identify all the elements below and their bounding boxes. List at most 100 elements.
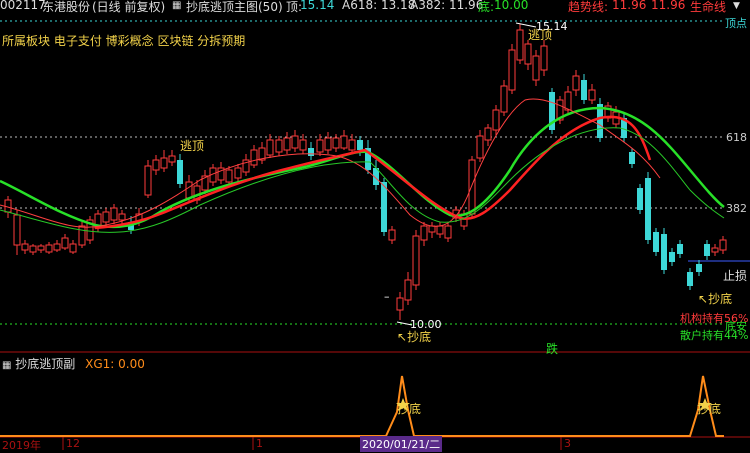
arrow-icon: ↖ [397, 330, 408, 344]
candle-body [588, 89, 596, 101]
candle-body [144, 165, 152, 196]
candle-body [118, 213, 126, 221]
indicator-title[interactable]: 抄底逃顶主图(50) [186, 0, 283, 14]
candle-body [396, 297, 404, 311]
candle-body [476, 135, 484, 159]
high-price-label: 15.14 [536, 20, 568, 33]
candle-body [225, 169, 233, 183]
candle-body [168, 155, 176, 163]
candle-body [185, 181, 193, 199]
candle-body [687, 272, 693, 286]
a382-value: A382: 11.96 [410, 0, 484, 12]
stock-name: 东港股份 [42, 0, 91, 14]
retail-holding: 散户持有44% [680, 329, 749, 342]
candle-body [492, 109, 500, 131]
x-label-3: 3 [564, 437, 571, 450]
candle-body [308, 148, 314, 156]
candle-body [412, 235, 420, 286]
candle-body [468, 159, 476, 215]
concept-tags: 所属板块 电子支付 博彩概念 区块链 分拆预期 [2, 34, 246, 48]
candle-body [160, 157, 168, 169]
x-label-2019: 2019年 [2, 439, 41, 452]
candle-body [291, 135, 299, 149]
sub-panel-title[interactable]: 抄底逃顶副 [15, 357, 75, 371]
candle-body [177, 160, 183, 184]
candle-body [428, 225, 436, 233]
grid-icon[interactable]: ▦ [172, 0, 181, 11]
candle-body [661, 234, 667, 270]
candle-body [516, 29, 524, 61]
level-label-618: 618 [726, 131, 747, 144]
fall-label: 跌 [546, 342, 559, 356]
candle-body [4, 199, 12, 213]
level-label-382: 382 [726, 202, 747, 215]
bottom-value: 10.00 [494, 0, 529, 12]
bottom-buy-signal-2: ↖抄底 [698, 292, 733, 306]
sub-signal-label-2: 抄底 [697, 402, 722, 416]
candle-body [316, 139, 324, 153]
candle-body [53, 243, 61, 251]
candle-body [637, 188, 643, 210]
candle-body [152, 159, 160, 171]
candle-body [420, 225, 428, 241]
candle-body [711, 247, 719, 253]
candle-body [37, 245, 45, 251]
trend-label: 趋势线: [568, 0, 609, 14]
candle-body [110, 207, 118, 221]
candle-body [540, 45, 548, 71]
x-label-1: 1 [256, 437, 263, 450]
x-label-12: 12 [66, 437, 80, 450]
candle-body [704, 244, 710, 256]
candle-body [696, 264, 702, 272]
candle-body [357, 140, 363, 150]
candle-body [299, 139, 307, 151]
candle-body [677, 244, 683, 254]
candle-body [348, 139, 356, 151]
sub-signal-label-1: 抄底 [397, 402, 422, 416]
candle-body [629, 152, 635, 164]
candle-body [500, 85, 508, 113]
stop-loss-label: 止损 [722, 269, 747, 283]
candle-body [340, 135, 348, 149]
candle-body [234, 167, 242, 179]
life-line-label: 生命线 [690, 0, 727, 14]
grid-icon[interactable]: ▦ [2, 360, 11, 371]
bottom-label: 底: [478, 0, 495, 14]
sub-signal-spike-1 [0, 375, 724, 437]
candle-body [324, 137, 332, 151]
candle-body [572, 75, 580, 91]
candle-body [532, 55, 540, 81]
institution-holding: 机构持有56% [680, 312, 749, 325]
candle-body [21, 243, 29, 251]
candle-body [564, 91, 572, 111]
candle-body [275, 139, 283, 153]
candle-body [508, 49, 516, 91]
candle-body [69, 243, 77, 253]
candle-body [250, 149, 258, 166]
candle-body [332, 137, 340, 149]
candle-body [381, 182, 387, 232]
arrow-icon: ↖ [698, 292, 709, 306]
sub-panel-header: ▦ 抄底逃顶副 XG1: 0.00 [2, 355, 145, 372]
candle-body [444, 225, 452, 239]
chevron-down-icon[interactable]: ▼ [733, 1, 740, 11]
candle-body [524, 43, 532, 65]
minus-mark: – [384, 290, 390, 303]
stock-code: 002117 [0, 0, 46, 12]
candle-body [283, 137, 291, 151]
candle-body [404, 279, 412, 301]
trend-value-2: 11.96 [651, 0, 686, 12]
top-value: 15.14 [300, 0, 335, 12]
candle-body [653, 232, 659, 252]
candle-body [669, 252, 675, 262]
candle-body [45, 244, 53, 253]
main-chart-canvas[interactable] [0, 0, 750, 450]
candle-body [102, 211, 110, 223]
xg1-value: XG1: 0.00 [85, 357, 145, 371]
candle-body [13, 214, 21, 246]
candle-body [719, 239, 727, 251]
candle-body [61, 237, 69, 249]
period-label[interactable]: (日线 前复权) [92, 0, 165, 14]
escape-top-signal-1: 逃顶 [180, 139, 205, 153]
a618-value: A618: 13.18 [342, 0, 416, 12]
